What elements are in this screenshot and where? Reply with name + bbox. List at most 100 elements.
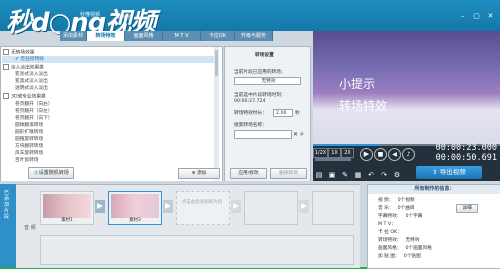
title-bar: 秒d○ng视频 秒懂视频 ...编软件 – ▢ ✕ [0, 0, 500, 38]
category-3d[interactable]: 3D或专业效果类 [3, 93, 46, 100]
undo-icon[interactable]: ↶ [366, 171, 376, 179]
preview-line-2: 转场特效 [339, 99, 388, 113]
add-clip-hint: 点击此处添加新片段 [181, 200, 223, 205]
transition-settings: 转场设置 当前片段已应用的转场： 无特效 当前选中片段转场时刻： 00:00:2… [224, 46, 311, 183]
search-input[interactable] [234, 130, 292, 139]
prop-row: 加 贴 图： 0个贴图 [378, 254, 421, 259]
tab-style[interactable]: 画面风格 [125, 31, 163, 41]
video-preview: 小提示 转场特效 [313, 31, 500, 144]
current-transition-field: 无特效 [234, 77, 301, 85]
volume-slider[interactable] [315, 158, 351, 161]
duration-unit: 秒 [295, 111, 300, 116]
edit-icon[interactable]: ✎ [340, 171, 350, 179]
search-label: 搜索转场名称： [234, 123, 267, 128]
speed-2x-button[interactable]: 2X [341, 148, 354, 158]
detail-button[interactable]: 详细 [456, 204, 478, 213]
list-item[interactable]: 变亮式淡入淡出 [15, 71, 48, 78]
category-none[interactable]: 无转场效果 [3, 49, 34, 56]
settings-title: 转场设置 [255, 53, 274, 58]
timeline-side-tab: 已添加片段 [0, 184, 16, 267]
clip-label: 素材3 [129, 218, 141, 223]
empty-slot [244, 191, 298, 225]
stop-icon[interactable]: ■ [374, 148, 387, 161]
transition-marker[interactable] [163, 200, 173, 213]
list-item[interactable]: 圆锥旋转转场 [15, 136, 43, 143]
clip-thumbnail [111, 194, 159, 218]
current-transition-label: 当前片段已应用的转场： [234, 70, 286, 75]
list-item[interactable]: 卷页翻开（向下） [15, 115, 53, 122]
transition-time-value: 00:00:27.724 [234, 99, 266, 104]
add-clip-slot[interactable]: 点击此处添加新片段 [176, 191, 230, 225]
list-item[interactable]: 百叶窗转场 [15, 157, 38, 164]
clip-thumbnail [43, 194, 91, 218]
export-icon: ⇪ [432, 168, 440, 176]
category-fade[interactable]: 淡入淡出效果类 [3, 64, 44, 71]
tab-add-material[interactable]: 添加素材 [60, 31, 87, 41]
transition-marker[interactable] [299, 200, 309, 213]
list-item[interactable]: 圆球翻滚转场 [15, 122, 43, 129]
random-transition-button[interactable]: ⤨ 设置随机转场 [28, 167, 74, 179]
list-item[interactable]: 方块翻转转场 [15, 143, 43, 150]
folder-icon[interactable]: ▤ [314, 171, 324, 179]
prop-row: 字幕特效： 0个字幕 [378, 214, 423, 219]
redo-icon[interactable]: ↷ [379, 171, 389, 179]
list-scrollbar[interactable] [214, 47, 219, 180]
track-label: 音 频 [24, 225, 36, 231]
save-icon[interactable]: ▣ [327, 171, 337, 179]
delete-transition-button[interactable]: 删除转场 [270, 168, 307, 179]
app-logo-sub: 秒懂视频 [80, 12, 101, 18]
total-time: 00:00:50.691 [435, 153, 497, 163]
tab-mtv[interactable]: M T V [163, 31, 201, 41]
volume-icon[interactable]: ♪ [402, 148, 415, 161]
list-item[interactable]: 圆形扩散转场 [15, 129, 43, 136]
transition-marker[interactable] [95, 200, 105, 213]
add-transition-button[interactable]: ⊕ 添加 [178, 168, 220, 179]
clip-label: 素材1 [61, 218, 73, 223]
list-item[interactable]: 透明式淡入淡出 [15, 85, 48, 92]
tab-transition[interactable]: 转场特效 [87, 31, 125, 41]
empty-track [40, 235, 354, 265]
list-item[interactable]: 卷页翻开（向右） [15, 101, 53, 108]
speed-1x-button[interactable]: 1X [328, 148, 341, 158]
duration-input[interactable]: 2.00 [273, 109, 293, 117]
clip[interactable]: 素材3 [108, 191, 162, 225]
prop-row: 卡 拉 OK： [378, 230, 402, 235]
playback-time: 00:00:23.000 00:00:50.691 [418, 143, 497, 163]
rewind-icon[interactable]: ◀ [388, 148, 401, 161]
clip[interactable]: 素材1 [40, 191, 94, 225]
timeline-side-label: 已添加片段 [4, 190, 10, 220]
play-icon[interactable]: ▶ [360, 148, 373, 161]
list-item[interactable]: 变黑式淡入淡出 [15, 78, 48, 85]
image-icon[interactable]: ▦ [353, 171, 363, 179]
prop-row: 视 频： 0个视频 [378, 198, 415, 203]
properties-header: 所有制作的信息： [368, 185, 500, 194]
clear-icon[interactable]: ✕ [293, 131, 298, 138]
settings-icon[interactable]: ⚙ [392, 171, 402, 179]
properties-panel: 所有制作的信息： 视 频： 0个视频 音 乐： 0个曲目 详细 字幕特效： 0个字幕 … [367, 184, 500, 269]
minimize-icon[interactable]: – [458, 12, 467, 20]
prop-row: 音 乐： 0个曲目 [378, 206, 415, 211]
list-item[interactable]: 风车旋转转场 [15, 150, 43, 157]
empty-slot [312, 191, 354, 225]
current-time: 00:00:23.000 [435, 143, 497, 153]
tab-upgrade[interactable]: 升级与服务 [235, 31, 273, 41]
transition-list: 无转场效果 ✔ 无任何特效 淡入淡出效果类 变亮式淡入淡出 变黑式淡入淡出 透明… [0, 46, 223, 183]
prop-row: M T V： [378, 222, 396, 227]
maximize-icon[interactable]: ▢ [472, 12, 481, 20]
apply-button[interactable]: 应用/修改 [230, 168, 267, 179]
scrollbar-thumb[interactable] [215, 50, 218, 76]
transition-marker[interactable] [231, 200, 241, 213]
export-video-button[interactable]: ⇪ 导出视频 [416, 166, 482, 179]
close-icon[interactable]: ✕ [486, 12, 495, 20]
prop-row: 转场特效： 无特效 [378, 238, 420, 243]
transition-time-label: 当前选中片段转场时刻： [234, 93, 286, 98]
timeline: 素材1 素材3 点击此处添加新片段 [16, 184, 360, 268]
tab-karaoke[interactable]: 卡拉OK [201, 31, 235, 41]
search-icon[interactable]: ⌕ [300, 130, 304, 139]
speed-half-button[interactable]: 1/2X [313, 148, 328, 158]
preview-line-1: 小提示 [339, 77, 376, 91]
app-title: ...编软件 [113, 15, 133, 21]
duration-label: 转场特效时长： [234, 111, 267, 116]
list-item[interactable]: ✔ 无任何特效 [2, 56, 215, 63]
list-item[interactable]: 卷页翻开（向左） [15, 108, 53, 115]
